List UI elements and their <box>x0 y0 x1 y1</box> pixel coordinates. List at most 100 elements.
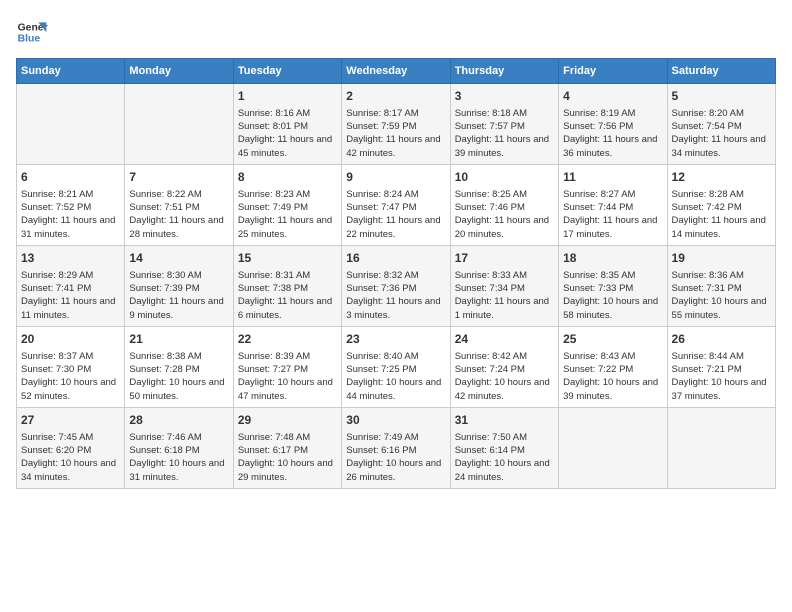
day-number: 7 <box>129 169 228 186</box>
day-info: Daylight: 11 hours and 25 minutes. <box>238 214 337 241</box>
day-info: Sunrise: 8:30 AM <box>129 269 228 282</box>
day-number: 16 <box>346 250 445 267</box>
calendar-cell: 16Sunrise: 8:32 AMSunset: 7:36 PMDayligh… <box>342 245 450 326</box>
day-info: Sunset: 7:30 PM <box>21 363 120 376</box>
calendar-cell: 21Sunrise: 8:38 AMSunset: 7:28 PMDayligh… <box>125 326 233 407</box>
calendar-cell: 29Sunrise: 7:48 AMSunset: 6:17 PMDayligh… <box>233 407 341 488</box>
day-info: Daylight: 10 hours and 47 minutes. <box>238 376 337 403</box>
day-number: 6 <box>21 169 120 186</box>
day-info: Sunset: 7:49 PM <box>238 201 337 214</box>
week-row-2: 13Sunrise: 8:29 AMSunset: 7:41 PMDayligh… <box>17 245 776 326</box>
day-info: Sunrise: 8:37 AM <box>21 350 120 363</box>
header-day-wednesday: Wednesday <box>342 59 450 84</box>
day-info: Sunrise: 8:27 AM <box>563 188 662 201</box>
day-number: 24 <box>455 331 554 348</box>
day-info: Daylight: 10 hours and 44 minutes. <box>346 376 445 403</box>
day-number: 23 <box>346 331 445 348</box>
calendar-cell <box>667 407 775 488</box>
day-info: Daylight: 10 hours and 24 minutes. <box>455 457 554 484</box>
day-info: Sunset: 6:14 PM <box>455 444 554 457</box>
day-info: Sunset: 7:44 PM <box>563 201 662 214</box>
day-info: Sunset: 7:33 PM <box>563 282 662 295</box>
day-info: Sunrise: 7:48 AM <box>238 431 337 444</box>
day-info: Sunset: 7:25 PM <box>346 363 445 376</box>
calendar-cell: 28Sunrise: 7:46 AMSunset: 6:18 PMDayligh… <box>125 407 233 488</box>
day-number: 15 <box>238 250 337 267</box>
day-info: Sunset: 7:24 PM <box>455 363 554 376</box>
day-info: Sunset: 7:54 PM <box>672 120 771 133</box>
day-info: Daylight: 11 hours and 31 minutes. <box>21 214 120 241</box>
day-info: Sunrise: 8:43 AM <box>563 350 662 363</box>
calendar-cell: 27Sunrise: 7:45 AMSunset: 6:20 PMDayligh… <box>17 407 125 488</box>
calendar-cell: 31Sunrise: 7:50 AMSunset: 6:14 PMDayligh… <box>450 407 558 488</box>
calendar-cell: 30Sunrise: 7:49 AMSunset: 6:16 PMDayligh… <box>342 407 450 488</box>
day-info: Sunrise: 8:32 AM <box>346 269 445 282</box>
calendar-cell <box>125 84 233 165</box>
week-row-0: 1Sunrise: 8:16 AMSunset: 8:01 PMDaylight… <box>17 84 776 165</box>
day-info: Daylight: 10 hours and 50 minutes. <box>129 376 228 403</box>
header-day-saturday: Saturday <box>667 59 775 84</box>
day-info: Sunset: 7:28 PM <box>129 363 228 376</box>
day-info: Sunset: 7:56 PM <box>563 120 662 133</box>
day-info: Sunrise: 8:25 AM <box>455 188 554 201</box>
day-number: 17 <box>455 250 554 267</box>
day-info: Daylight: 11 hours and 3 minutes. <box>346 295 445 322</box>
day-number: 20 <box>21 331 120 348</box>
day-info: Daylight: 10 hours and 26 minutes. <box>346 457 445 484</box>
day-number: 22 <box>238 331 337 348</box>
day-info: Daylight: 11 hours and 42 minutes. <box>346 133 445 160</box>
day-info: Sunset: 7:38 PM <box>238 282 337 295</box>
week-row-3: 20Sunrise: 8:37 AMSunset: 7:30 PMDayligh… <box>17 326 776 407</box>
header-day-thursday: Thursday <box>450 59 558 84</box>
day-info: Daylight: 11 hours and 9 minutes. <box>129 295 228 322</box>
calendar-cell <box>559 407 667 488</box>
header-day-sunday: Sunday <box>17 59 125 84</box>
day-info: Sunset: 6:18 PM <box>129 444 228 457</box>
logo-icon: General Blue <box>16 16 48 48</box>
day-number: 14 <box>129 250 228 267</box>
day-info: Daylight: 11 hours and 20 minutes. <box>455 214 554 241</box>
day-info: Sunset: 7:34 PM <box>455 282 554 295</box>
day-info: Sunrise: 8:23 AM <box>238 188 337 201</box>
calendar-cell: 13Sunrise: 8:29 AMSunset: 7:41 PMDayligh… <box>17 245 125 326</box>
calendar-cell: 17 Sunrise: 8:33 AMSunset: 7:34 PMDayligh… <box>450 245 558 326</box>
day-number: 4 <box>563 88 662 105</box>
day-info: Sunset: 6:17 PM <box>238 444 337 457</box>
day-info: Daylight: 10 hours and 34 minutes. <box>21 457 120 484</box>
day-info: Sunrise: 7:49 AM <box>346 431 445 444</box>
calendar-cell: 20 Sunrise: 8:37 AMSunset: 7:30 PMDayligh… <box>17 326 125 407</box>
day-info: Daylight: 11 hours and 39 minutes. <box>455 133 554 160</box>
day-info: Sunset: 7:21 PM <box>672 363 771 376</box>
svg-text:Blue: Blue <box>18 34 41 45</box>
header-day-tuesday: Tuesday <box>233 59 341 84</box>
day-number: 31 <box>455 412 554 429</box>
calendar-cell: 8 Sunrise: 8:23 AMSunset: 7:49 PMDaylight… <box>233 164 341 245</box>
day-info: Sunset: 7:59 PM <box>346 120 445 133</box>
day-number: 29 <box>238 412 337 429</box>
day-number: 26 <box>672 331 771 348</box>
day-info: Daylight: 10 hours and 37 minutes. <box>672 376 771 403</box>
calendar-cell: 19Sunrise: 8:36 AMSunset: 7:31 PMDayligh… <box>667 245 775 326</box>
day-info: Daylight: 10 hours and 52 minutes. <box>21 376 120 403</box>
day-info: Sunrise: 8:19 AM <box>563 107 662 120</box>
day-info: Daylight: 10 hours and 39 minutes. <box>563 376 662 403</box>
day-number: 25 <box>563 331 662 348</box>
day-info: Sunrise: 8:16 AM <box>238 107 337 120</box>
day-number: 1 <box>238 88 337 105</box>
day-info: Daylight: 11 hours and 17 minutes. <box>563 214 662 241</box>
day-info: Sunrise: 8:36 AM <box>672 269 771 282</box>
day-info: Daylight: 11 hours and 14 minutes. <box>672 214 771 241</box>
week-row-4: 27Sunrise: 7:45 AMSunset: 6:20 PMDayligh… <box>17 407 776 488</box>
day-number: 19 <box>672 250 771 267</box>
day-info: Daylight: 11 hours and 22 minutes. <box>346 214 445 241</box>
day-info: Sunrise: 8:33 AM <box>455 269 554 282</box>
day-number: 11 <box>563 169 662 186</box>
day-number: 2 <box>346 88 445 105</box>
day-number: 8 <box>238 169 337 186</box>
calendar-cell: 6Sunrise: 8:21 AMSunset: 7:52 PMDaylight… <box>17 164 125 245</box>
day-info: Daylight: 11 hours and 1 minute. <box>455 295 554 322</box>
calendar-cell: 9Sunrise: 8:24 AMSunset: 7:47 PMDaylight… <box>342 164 450 245</box>
day-info: Sunrise: 8:38 AM <box>129 350 228 363</box>
day-info: Sunset: 7:51 PM <box>129 201 228 214</box>
day-info: Sunrise: 8:42 AM <box>455 350 554 363</box>
